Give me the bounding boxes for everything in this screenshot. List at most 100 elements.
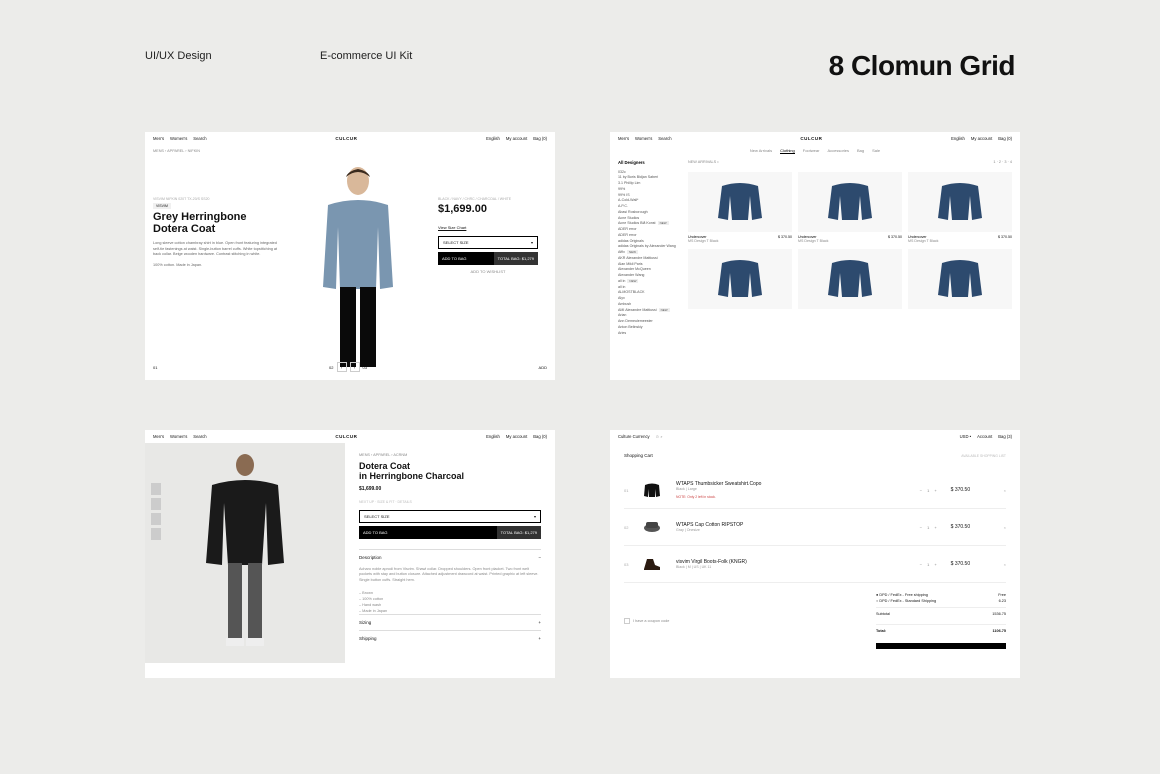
nav-bag[interactable]: Bag (3)	[998, 434, 1012, 439]
tab-accessories[interactable]: Accessories	[827, 148, 849, 154]
wishlist-button[interactable]: ADD TO WISHLIST	[438, 269, 538, 274]
nav-account[interactable]: My account	[506, 136, 527, 141]
cart-item: 02WTAPS Cap Cotton RIPSTOPGray | Onesize…	[624, 509, 1006, 546]
screen-product-listing: Men's Women's Search CULCUR English My a…	[610, 132, 1020, 380]
next-button[interactable]: ›	[350, 362, 360, 372]
chevron-down-icon: ▾	[534, 514, 536, 519]
nav-lang[interactable]: English	[486, 136, 500, 141]
product-meta-tabs: NEXT UP · SIZE & FIT · DETAILS	[359, 500, 541, 504]
subcategory-label: E-commerce UI Kit	[320, 50, 829, 62]
stock-note: NOTE: Only 2 left in stock.	[676, 495, 906, 499]
nav-account[interactable]: Account	[977, 434, 992, 439]
nav-lang[interactable]: English	[486, 434, 500, 439]
search-icon[interactable]: ⊙ ⌕	[656, 434, 663, 439]
page-title: 8 Clomun Grid	[829, 50, 1015, 82]
product-image[interactable]	[278, 157, 438, 367]
item-image[interactable]	[638, 553, 666, 575]
accordion-sizing[interactable]: Sizing+	[359, 614, 541, 630]
designer-filter-item[interactable]: Aries	[618, 331, 688, 337]
currency-select[interactable]: USD •	[960, 434, 971, 439]
nav-search[interactable]: Search	[193, 434, 206, 439]
size-select[interactable]: SELECT SIZE▾	[359, 510, 541, 523]
bag-total: TOTAL BAG: $1,279	[497, 526, 541, 539]
qty-minus[interactable]: −	[920, 525, 922, 530]
tab-sale[interactable]: Sale	[872, 148, 880, 154]
cart-heading: Shopping Cart	[624, 453, 653, 458]
product-card[interactable]: UndercoverMS Design T Black$ 370.50	[688, 172, 792, 243]
nav-bag[interactable]: Bag (0)	[533, 136, 547, 141]
brand-badge[interactable]: VISVIM	[153, 203, 171, 209]
sort-label[interactable]: NEW ARRIVALS •	[688, 160, 719, 164]
tab-bag[interactable]: Bag	[857, 148, 864, 154]
qty-value: 1	[927, 488, 929, 493]
nav-mens[interactable]: Men's	[153, 434, 164, 439]
tab-footwear[interactable]: Footwear	[803, 148, 820, 154]
brand-logo[interactable]: CULCUR	[335, 434, 357, 439]
subtotal-value: 1536.75	[992, 612, 1006, 616]
brand-name[interactable]: Culture Currency	[618, 434, 650, 439]
add-to-bag-button[interactable]: ADD TO BAG	[359, 526, 497, 539]
item-price: $ 370.50	[951, 487, 996, 493]
nav-search[interactable]: Search	[658, 136, 671, 141]
nav-womens[interactable]: Women's	[170, 136, 187, 141]
product-card[interactable]: UndercoverMS Design T Black$ 370.50	[798, 172, 902, 243]
nav-bag[interactable]: Bag (0)	[533, 434, 547, 439]
qty-plus[interactable]: +	[934, 562, 936, 567]
item-image[interactable]	[638, 479, 666, 501]
nav-womens[interactable]: Women's	[635, 136, 652, 141]
total-label: Total:	[876, 629, 886, 633]
brand-logo[interactable]: CULCUR	[800, 136, 822, 141]
product-card[interactable]	[688, 249, 792, 309]
qty-plus[interactable]: +	[934, 488, 936, 493]
coupon-input[interactable]: I have a coupon code	[624, 593, 669, 649]
add-label[interactable]: ADD	[539, 365, 547, 370]
qty-minus[interactable]: −	[920, 488, 922, 493]
tab-new-arrivals[interactable]: New Arrivals	[750, 148, 772, 154]
remove-item[interactable]: ×	[1004, 488, 1006, 493]
item-image[interactable]	[638, 516, 666, 538]
remove-item[interactable]: ×	[1004, 562, 1006, 567]
shipping-option-free[interactable]: ● DPD / FedEx - Free shippingFree	[876, 593, 1006, 597]
product-card[interactable]	[908, 249, 1012, 309]
product-card[interactable]	[798, 249, 902, 309]
tab-clothing[interactable]: Clothing	[780, 148, 795, 154]
pagination[interactable]: 1 · 2 · 3 · 4	[993, 160, 1012, 164]
item-price: $ 370.50	[951, 524, 996, 530]
breadcrumb[interactable]: MENS › APPAREL › ACRNM	[359, 453, 541, 457]
page-current: 01	[153, 365, 157, 370]
thumbnail[interactable]	[151, 483, 161, 495]
add-to-bag-button[interactable]: ADD TO BAG	[438, 252, 494, 265]
thumbnail[interactable]	[151, 513, 161, 525]
topnav: Culture Currency ⊙ ⌕ USD • Account Bag (…	[610, 430, 1020, 443]
nav-womens[interactable]: Women's	[170, 434, 187, 439]
thumbnail[interactable]	[151, 498, 161, 510]
nav-account[interactable]: My account	[971, 136, 992, 141]
remove-item[interactable]: ×	[1004, 525, 1006, 530]
nav-account[interactable]: My account	[506, 434, 527, 439]
thumbnail[interactable]	[151, 528, 161, 540]
qty-plus[interactable]: +	[934, 525, 936, 530]
prev-button[interactable]: ‹	[337, 362, 347, 372]
nav-mens[interactable]: Men's	[153, 136, 164, 141]
product-card[interactable]: UndercoverMS Design T Black$ 370.50	[908, 172, 1012, 243]
product-price: $1,699.00	[438, 203, 538, 215]
shipping-option-standard[interactable]: ○ DPD / FedEx - Standard Shipping6.23	[876, 599, 1006, 603]
nav-lang[interactable]: English	[951, 136, 965, 141]
breadcrumb[interactable]: MENS › APPAREL › NIFKIN	[145, 145, 555, 157]
item-variant: Gray | Onesize	[676, 528, 906, 532]
item-index: 02	[624, 525, 638, 530]
size-select[interactable]: SELECT SIZE▾	[438, 236, 538, 249]
accordion-shipping[interactable]: Shipping+	[359, 630, 541, 646]
nav-mens[interactable]: Men's	[618, 136, 629, 141]
product-image[interactable]	[145, 443, 345, 663]
item-variant: Black | M | US | UK 11	[676, 565, 906, 569]
page-mid: 02	[329, 365, 333, 370]
nav-bag[interactable]: Bag (0)	[998, 136, 1012, 141]
checkout-button[interactable]	[876, 643, 1006, 649]
brand-logo[interactable]: CULCUR	[335, 136, 357, 141]
nav-search[interactable]: Search	[193, 136, 206, 141]
size-chart-link[interactable]: View Size Chart	[438, 225, 538, 230]
item-price: $ 370.50	[951, 561, 996, 567]
qty-minus[interactable]: −	[920, 562, 922, 567]
accordion-description[interactable]: Description−	[359, 549, 541, 565]
